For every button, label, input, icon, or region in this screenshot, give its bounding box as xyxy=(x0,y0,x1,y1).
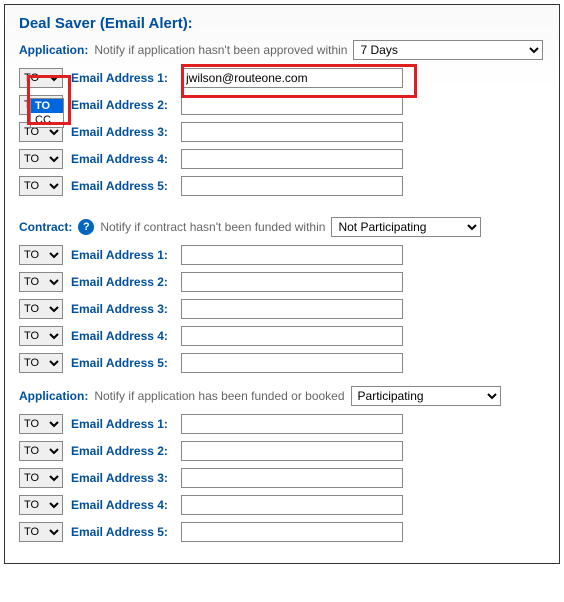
recipient-type-select[interactable]: TO xyxy=(19,68,63,88)
recipient-type-select[interactable]: TO xyxy=(19,353,63,373)
dropdown-option-cc[interactable]: CC xyxy=(31,113,63,127)
section-application2-header: Application Notify if application has be… xyxy=(19,386,545,406)
section-application-header: Application Notify if application hasn't… xyxy=(19,40,545,60)
email-row: TO Email Address 2: xyxy=(19,272,545,292)
field-label: Email Address 1: xyxy=(71,417,173,431)
field-label: Email Address 4: xyxy=(71,152,173,166)
email-input[interactable] xyxy=(181,299,403,319)
email-row: TO Email Address 3: xyxy=(19,468,545,488)
email-row: TO Email Address 1: xyxy=(19,414,545,434)
recipient-type-select[interactable]: TO xyxy=(19,495,63,515)
field-label: Email Address 3: xyxy=(71,302,173,316)
email-input-4[interactable] xyxy=(181,149,403,169)
recipient-type-select[interactable]: TO xyxy=(19,272,63,292)
email-input[interactable] xyxy=(181,353,403,373)
panel-title: Deal Saver (Email Alert): xyxy=(19,15,545,32)
approved-within-select[interactable]: 7 Days xyxy=(353,40,543,60)
email-row-3: TO Email Address 3: xyxy=(19,122,545,142)
email-row-4: TO Email Address 4: xyxy=(19,149,545,169)
recipient-type-select[interactable]: TO xyxy=(19,176,63,196)
field-label: Email Address 5: xyxy=(71,525,173,539)
email-row: TO Email Address 4: xyxy=(19,495,545,515)
field-label: Email Address 3: xyxy=(71,471,173,485)
recipient-type-dropdown-open[interactable]: TO CC xyxy=(30,98,64,128)
field-label: Email Address 2: xyxy=(71,275,173,289)
email-input[interactable] xyxy=(181,495,403,515)
field-label: Email Address 4: xyxy=(71,498,173,512)
email-row: TO Email Address 5: xyxy=(19,353,545,373)
email-input-5[interactable] xyxy=(181,176,403,196)
recipient-type-select[interactable]: TO xyxy=(19,441,63,461)
email-row: TO Email Address 4: xyxy=(19,326,545,346)
section-contract-header: Contract ? Notify if contract hasn't bee… xyxy=(19,217,545,237)
email-input[interactable] xyxy=(181,522,403,542)
notify-text: Notify if application hasn't been approv… xyxy=(94,43,347,57)
recipient-type-select[interactable]: TO xyxy=(19,326,63,346)
email-input[interactable] xyxy=(181,272,403,292)
deal-saver-panel: Deal Saver (Email Alert): Application No… xyxy=(4,4,560,564)
email-input[interactable] xyxy=(181,441,403,461)
field-label: Email Address 3: xyxy=(71,125,173,139)
contract-select[interactable]: Not Participating xyxy=(331,217,481,237)
recipient-type-select[interactable]: TO xyxy=(19,468,63,488)
email-row-2: TO Email Address 2: xyxy=(19,95,545,115)
notify-text: Notify if contract hasn't been funded wi… xyxy=(100,220,325,234)
field-label: Email Address 5: xyxy=(71,356,173,370)
field-label: Email Address 1: xyxy=(71,248,173,262)
recipient-type-select[interactable]: TO xyxy=(19,149,63,169)
field-label: Email Address 4: xyxy=(71,329,173,343)
email-input[interactable] xyxy=(181,468,403,488)
funded-select[interactable]: Participating xyxy=(351,386,501,406)
section-label: Contract xyxy=(19,220,72,234)
field-label: Email Address 2: xyxy=(71,98,173,112)
dropdown-option-to[interactable]: TO xyxy=(31,99,63,113)
email-input-2[interactable] xyxy=(181,95,403,115)
email-row: TO Email Address 2: xyxy=(19,441,545,461)
help-icon[interactable]: ? xyxy=(78,219,94,235)
notify-text: Notify if application has been funded or… xyxy=(94,389,344,403)
recipient-type-select[interactable]: TO xyxy=(19,245,63,265)
section-label: Application xyxy=(19,43,88,57)
email-input[interactable] xyxy=(181,414,403,434)
recipient-type-select[interactable]: TO xyxy=(19,299,63,319)
field-label: Email Address 5: xyxy=(71,179,173,193)
recipient-type-select[interactable]: TO xyxy=(19,414,63,434)
email-input-3[interactable] xyxy=(181,122,403,142)
field-label: Email Address 2: xyxy=(71,444,173,458)
email-row: TO Email Address 1: xyxy=(19,245,545,265)
email-input[interactable] xyxy=(181,245,403,265)
recipient-type-select[interactable]: TO xyxy=(19,522,63,542)
email-row: TO Email Address 3: xyxy=(19,299,545,319)
email-row-1: TO Email Address 1: xyxy=(19,68,545,88)
email-input[interactable] xyxy=(181,326,403,346)
field-label: Email Address 1: xyxy=(71,71,173,85)
email-input-1[interactable] xyxy=(181,68,403,88)
email-row: TO Email Address 5: xyxy=(19,522,545,542)
email-row-5: TO Email Address 5: xyxy=(19,176,545,196)
section-label: Application xyxy=(19,389,88,403)
